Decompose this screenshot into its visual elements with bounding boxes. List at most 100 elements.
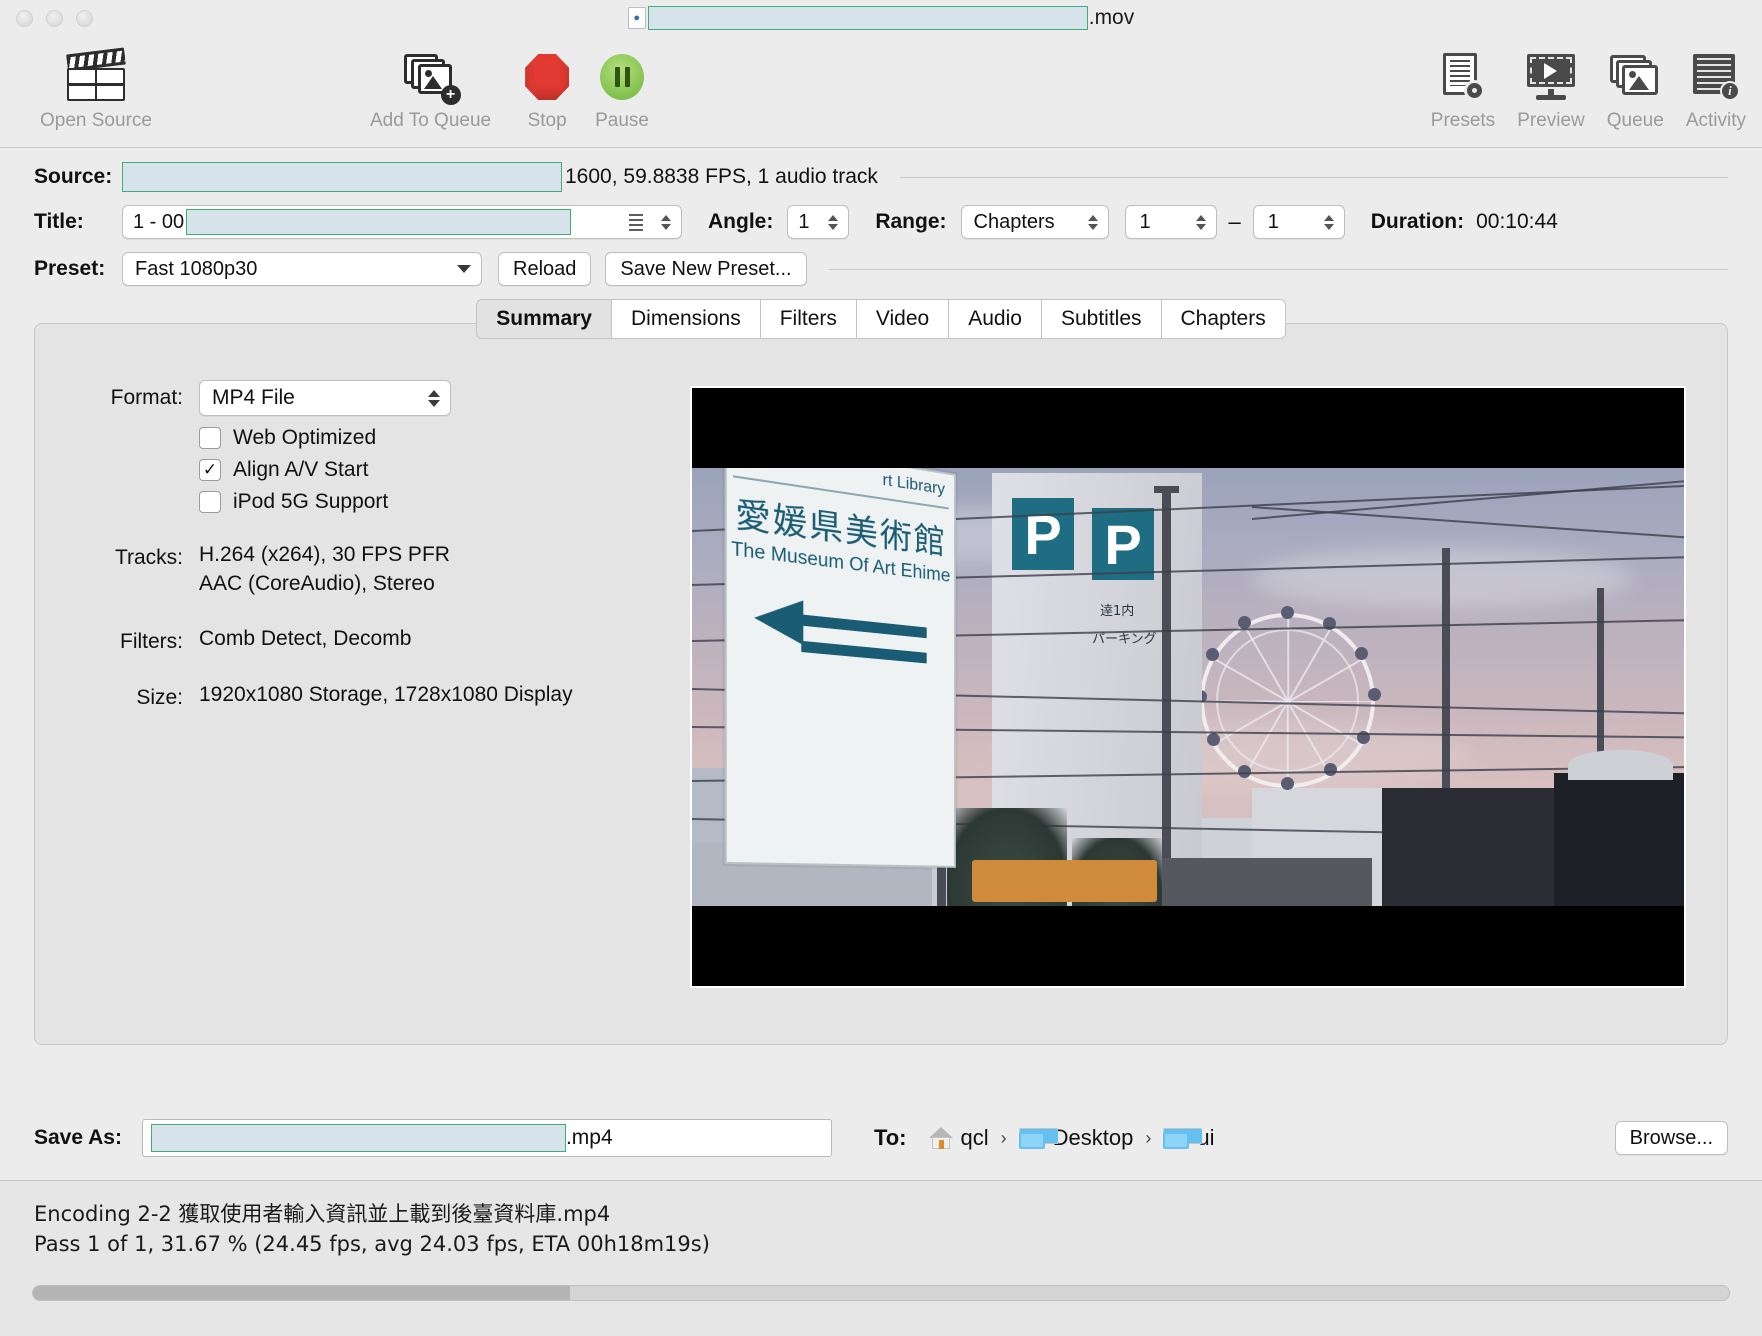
progress-bar xyxy=(32,1285,1730,1301)
tab-filters[interactable]: Filters xyxy=(759,299,856,339)
pole-crossarm xyxy=(1154,486,1179,493)
ipod-5g-support-row[interactable]: iPod 5G Support xyxy=(199,490,655,514)
format-select[interactable]: MP4 File xyxy=(199,380,451,416)
summary-panel: Format: MP4 File Web Optimized ✓ Align A… xyxy=(34,323,1728,1045)
parking-sign-letter: P xyxy=(1092,508,1154,580)
title-stepper[interactable] xyxy=(653,206,679,238)
status-bar: Encoding 2-2 獲取使用者輸入資訊並上載到後臺資料庫.mp4 Pass… xyxy=(0,1180,1762,1336)
web-optimized-label: Web Optimized xyxy=(233,426,377,449)
tracks-row: Tracks: H.264 (x264), 30 FPS PFR AAC (Co… xyxy=(79,540,655,598)
align-av-start-label: Align A/V Start xyxy=(233,458,369,481)
window-titlebar: ● .mov xyxy=(0,0,1762,36)
folder-icon xyxy=(1018,1127,1058,1149)
stop-button[interactable]: Stop xyxy=(525,36,570,132)
web-optimized-checkbox[interactable] xyxy=(199,427,221,449)
breadcrumb-label: Desktop xyxy=(1052,1125,1134,1150)
tab-summary[interactable]: Summary xyxy=(476,299,611,339)
breadcrumb-label: qcl xyxy=(960,1125,989,1150)
title-select[interactable]: 1 - 00 xyxy=(122,205,682,239)
minimize-button[interactable] xyxy=(46,9,63,27)
add-to-queue-button[interactable]: + Add To Queue xyxy=(370,36,491,132)
presets-label: Presets xyxy=(1430,110,1496,131)
stop-octagon-icon xyxy=(525,48,570,106)
source-path-redacted xyxy=(122,162,562,192)
zoom-button[interactable] xyxy=(76,9,93,27)
tab-audio[interactable]: Audio xyxy=(948,299,1041,339)
home-icon xyxy=(928,1126,953,1150)
title-value: 1 - 00 xyxy=(133,210,185,233)
open-source-label: Open Source xyxy=(40,110,152,131)
source-row: Source: 1600, 59.8838 FPS, 1 audio track xyxy=(34,162,1728,192)
title-label: Title: xyxy=(34,210,84,233)
angle-value: 1 xyxy=(798,210,810,233)
preset-select[interactable]: Fast 1080p30 xyxy=(122,252,482,286)
save-new-preset-button[interactable]: Save New Preset... xyxy=(605,252,807,286)
activity-button[interactable]: i Activity xyxy=(1686,36,1746,132)
traffic-light-group xyxy=(16,9,93,27)
close-button[interactable] xyxy=(16,9,33,27)
add-to-queue-label: Add To Queue xyxy=(369,110,492,131)
format-value: MP4 File xyxy=(212,386,295,409)
list-lines-icon xyxy=(629,214,643,232)
window-title-container: ● .mov xyxy=(0,0,1762,36)
size-label: Size: xyxy=(136,686,183,709)
duration-label: Duration: xyxy=(1370,210,1465,233)
source-meta: 1600, 59.8838 FPS, 1 audio track xyxy=(565,165,878,188)
preview-button[interactable]: Preview xyxy=(1517,36,1585,132)
breadcrumb: qcl › Desktop › ui xyxy=(928,1125,1214,1151)
activity-label: Activity xyxy=(1685,110,1746,131)
range-end-stepper[interactable]: 1 xyxy=(1252,205,1345,239)
tab-subtitles[interactable]: Subtitles xyxy=(1040,299,1161,339)
breadcrumb-item-desktop[interactable]: Desktop xyxy=(1018,1125,1134,1151)
divider xyxy=(828,268,1728,270)
pause-button[interactable]: Pause xyxy=(595,36,649,132)
browse-button[interactable]: Browse... xyxy=(1614,1121,1728,1155)
filters-row: Filters: Comb Detect, Decomb xyxy=(79,624,655,654)
range-dash: – xyxy=(1228,209,1241,234)
range-label: Range: xyxy=(875,210,947,233)
source-label: Source: xyxy=(34,165,113,188)
tracks-values: H.264 (x264), 30 FPS PFR AAC (CoreAudio)… xyxy=(199,540,450,598)
filters-value: Comb Detect, Decomb xyxy=(199,627,412,650)
tab-video[interactable]: Video xyxy=(855,299,949,339)
presets-button[interactable]: Presets xyxy=(1431,36,1495,132)
align-av-start-checkbox[interactable]: ✓ xyxy=(199,459,221,481)
breadcrumb-separator: › xyxy=(1000,1127,1007,1148)
summary-left-column: Format: MP4 File Web Optimized ✓ Align A… xyxy=(35,358,655,1044)
clapperboard-icon xyxy=(65,47,127,106)
ipod-5g-support-checkbox[interactable] xyxy=(199,491,221,513)
preview-monitor-icon xyxy=(1526,48,1575,106)
open-source-button[interactable]: Open Source xyxy=(40,36,152,132)
align-av-start-row[interactable]: ✓ Align A/V Start xyxy=(199,458,655,482)
range-start-stepper[interactable]: 1 xyxy=(1124,205,1217,239)
foreground-building xyxy=(1382,788,1562,923)
settings-area: Source: 1600, 59.8838 FPS, 1 audio track… xyxy=(0,148,1762,286)
save-as-value-redacted xyxy=(150,1124,566,1152)
title-row: Title: 1 - 00 Angle: 1 Range: Chapters 1… xyxy=(34,205,1728,239)
size-row: Size: 1920x1080 Storage, 1728x1080 Displ… xyxy=(79,680,655,710)
reload-button[interactable]: Reload xyxy=(498,252,592,286)
chevron-down-icon xyxy=(457,265,471,273)
tab-chapters[interactable]: Chapters xyxy=(1160,299,1286,339)
dome-roof xyxy=(1568,750,1673,780)
breadcrumb-item-ui[interactable]: ui xyxy=(1163,1125,1214,1151)
queue-button[interactable]: Queue xyxy=(1607,36,1664,132)
range-type-select[interactable]: Chapters xyxy=(960,205,1109,239)
document-icon: ● xyxy=(627,7,646,29)
title-value-redacted xyxy=(186,209,572,235)
parking-sign-letter: P xyxy=(1012,498,1074,570)
progress-bar-fill xyxy=(33,1286,571,1300)
add-to-queue-icon: + xyxy=(403,48,461,106)
letterbox-top xyxy=(692,388,1684,468)
queue-label: Queue xyxy=(1606,110,1664,131)
angle-stepper[interactable]: 1 xyxy=(787,205,850,239)
tab-dimensions[interactable]: Dimensions xyxy=(611,299,760,339)
preset-row: Preset: Fast 1080p30 Reload Save New Pre… xyxy=(34,252,1728,286)
left-arrow-icon xyxy=(754,591,930,682)
web-optimized-row[interactable]: Web Optimized xyxy=(199,426,655,450)
save-as-input[interactable]: .mp4 xyxy=(141,1119,832,1157)
preview-image[interactable]: P P 逹1内 パーキング rt Library 愛媛県美術館 The Muse… xyxy=(690,386,1686,988)
breadcrumb-item-qcl[interactable]: qcl xyxy=(928,1125,989,1151)
stepper-arrows-icon[interactable] xyxy=(428,389,440,407)
main-toolbar: Open Source + Add To Queue Stop Pause Pr… xyxy=(0,36,1762,148)
